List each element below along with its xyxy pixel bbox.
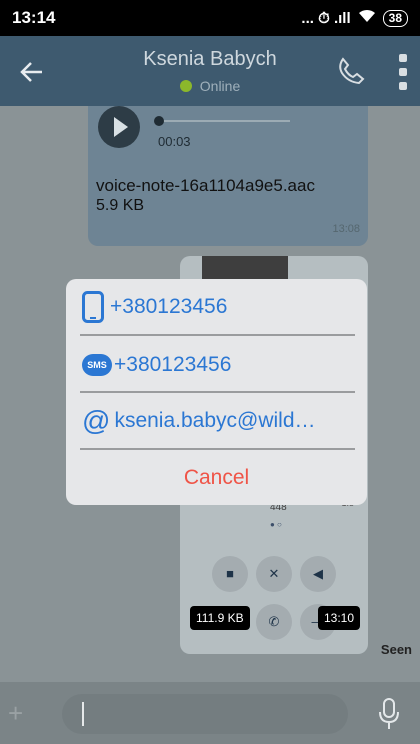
status-icons: ... ⏱ .ıll 38: [301, 9, 408, 27]
image-time-badge: 13:10: [318, 606, 361, 630]
file-size: 5.9 KB: [96, 197, 145, 214]
wifi-icon: [358, 9, 376, 27]
more-menu-icon[interactable]: [396, 54, 410, 90]
divider: [80, 334, 355, 336]
voice-message-bubble[interactable]: 00:03 voice-note-16a1104a9e5.aac 5.9 KB …: [88, 106, 368, 246]
signal-icons: ... ⏱ .ıll: [301, 9, 351, 27]
cancel-button[interactable]: Cancel: [66, 451, 367, 505]
image-size-badge: 111.9 KB: [190, 606, 250, 630]
chat-header: Ksenia Babych Online: [0, 36, 420, 186]
text-caret: [82, 702, 84, 726]
option-sms-label: +380123456: [114, 353, 232, 376]
call-icon: ✆: [256, 604, 292, 640]
contact-status-text: Online: [199, 78, 241, 94]
file-name: voice-note-16a1104a9e5.aac: [96, 176, 315, 195]
video-camera-icon: ■: [212, 556, 248, 592]
microphone-icon[interactable]: [378, 698, 400, 730]
phone-call-icon[interactable]: [336, 56, 366, 86]
email-at-icon: @: [82, 405, 111, 436]
status-bar: 13:14 ... ⏱ .ıll 38: [0, 0, 420, 36]
add-attachment-icon[interactable]: +: [8, 700, 23, 726]
seen-label: Seen: [380, 642, 412, 657]
contact-options-dialog: +380123456 SMS +380123456 @ ksenia.babyc…: [66, 279, 367, 505]
mute-mic-icon: ✕: [256, 556, 292, 592]
status-time: 13:14: [12, 8, 56, 27]
image-inner-dots: ● ○: [270, 520, 282, 529]
option-email-label: ksenia.babyc@wild…: [114, 409, 316, 432]
message-time: 13:08: [332, 223, 360, 235]
speaker-icon: ◀: [300, 556, 336, 592]
audio-seek-knob[interactable]: [154, 116, 164, 126]
option-call-phone[interactable]: +380123456: [82, 279, 355, 335]
message-input[interactable]: [62, 694, 348, 734]
sms-icon: SMS: [82, 354, 112, 376]
online-dot-icon: [179, 80, 192, 92]
battery-icon: 38: [382, 9, 408, 27]
option-phone-label: +380123456: [110, 295, 228, 318]
audio-track[interactable]: [158, 120, 290, 122]
play-button-icon[interactable]: [98, 106, 140, 148]
divider: [80, 448, 355, 450]
mobile-phone-icon: [82, 291, 104, 323]
option-email[interactable]: @ ksenia.babyc@wild…: [82, 393, 355, 449]
option-sms[interactable]: SMS +380123456: [82, 337, 355, 393]
composer-bar: +: [0, 682, 420, 744]
audio-duration: 00:03: [158, 134, 191, 149]
